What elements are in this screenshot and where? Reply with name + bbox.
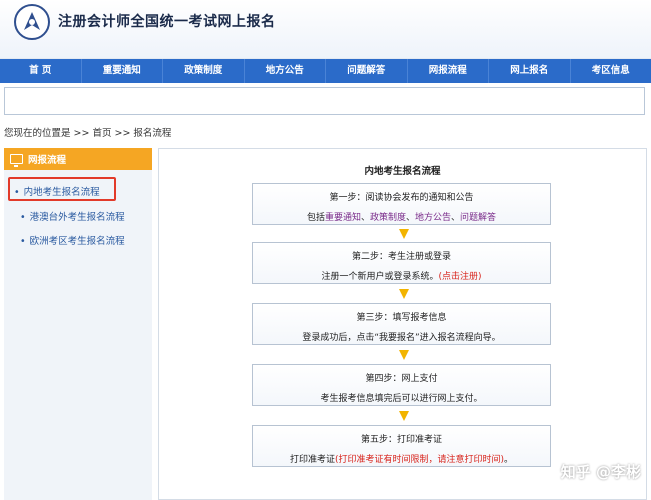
link-policies[interactable]: 政策制度 [370,213,406,223]
sidebar-item-label: 欧洲考区考生报名流程 [29,236,125,247]
step-desc-end: 。 [504,455,514,465]
nav-item-policies[interactable]: 政策制度 [163,59,245,83]
step-title: 第四步：网上支付 [365,374,438,384]
step-title: 第二步：考生注册或登录 [351,252,451,262]
time-limit-note: (打印准考证有时间限制，请注意打印时间) [334,455,505,465]
step-desc: 注册一个新用户或登录系统。(点击注册) [253,269,550,282]
nav-item-process[interactable]: 网报流程 [408,59,489,83]
nav-item-home[interactable]: 首 页 [0,59,82,83]
step-desc: 打印准考证(打印准考证有时间限制，请注意打印时间)。 [253,452,550,465]
link-faq[interactable]: 问题解答 [460,213,496,223]
separator: 、 [406,213,416,223]
nav-item-local-announcements[interactable]: 地方公告 [245,59,326,83]
main-panel: 内地考生报名流程 第一步：阅读协会发布的通知和公告 包括重要通知、政策制度、地方… [158,148,647,500]
link-local-announcements[interactable]: 地方公告 [415,213,451,223]
banner-box [4,87,645,115]
step-title: 第三步：填写报考信息 [356,313,447,323]
logo-emblem-icon [24,12,40,30]
separator: 、 [360,213,370,223]
step-5-box: 第五步：打印准考证 打印准考证(打印准考证有时间限制，请注意打印时间)。 [252,425,551,467]
breadcrumb: 您现在的位置是 >> 首页 >> 报名流程 [4,128,172,139]
watermark: 知乎 @李彬 [560,463,641,481]
nav-item-register[interactable]: 网上报名 [489,59,571,83]
sidebar-item-label: 港澳台外考生报名流程 [29,212,125,223]
monitor-icon [10,154,23,167]
page-title: 内地考生报名流程 [364,166,441,177]
arrow-down-icon [399,350,409,360]
bullet-icon: • [20,236,26,247]
step-desc-text: 打印准考证 [289,455,335,465]
step-title: 第一步：阅读协会发布的通知和公告 [329,193,474,203]
separator: 、 [451,213,461,223]
step-desc: 考生报考信息填完后可以进行网上支付。 [320,394,483,404]
sidebar-header: 网报流程 [4,148,152,170]
step-title: 第五步：打印准考证 [360,435,442,445]
arrow-down-icon [399,229,409,239]
step-desc-prefix: 包括 [306,213,325,223]
nav-item-notices[interactable]: 重要通知 [82,59,163,83]
site-header: 注册会计师全国统一考试网上报名 [0,0,651,59]
step-4-box: 第四步：网上支付 考生报考信息填完后可以进行网上支付。 [252,364,551,406]
sidebar-item-hk-macao-taiwan[interactable]: • 港澳台外考生报名流程 [20,209,125,223]
site-title: 注册会计师全国统一考试网上报名 [58,14,276,30]
sidebar-title: 网报流程 [28,155,67,166]
arrow-down-icon [399,289,409,299]
register-link[interactable]: (点击注册) [438,272,481,282]
link-notices[interactable]: 重要通知 [325,213,361,223]
step-3-box: 第三步：填写报考信息 登录成功后，点击“我要报名”进入报名流程向导。 [252,303,551,345]
step-desc: 包括重要通知、政策制度、地方公告、问题解答 [253,210,550,223]
arrow-down-icon [399,411,409,421]
sidebar-item-europe[interactable]: • 欧洲考区考生报名流程 [20,233,125,247]
step-2-box: 第二步：考生注册或登录 注册一个新用户或登录系统。(点击注册) [252,242,551,284]
logo[interactable] [14,4,50,40]
step-1-box: 第一步：阅读协会发布的通知和公告 包括重要通知、政策制度、地方公告、问题解答 [252,183,551,225]
bullet-icon: • [20,212,26,223]
main-nav: 首 页 重要通知 政策制度 地方公告 问题解答 网报流程 网上报名 考区信息 [0,59,651,83]
nav-item-faq[interactable]: 问题解答 [326,59,408,83]
step-desc: 登录成功后，点击“我要报名”进入报名流程向导。 [302,333,501,343]
nav-item-exam-area[interactable]: 考区信息 [571,59,651,83]
step-desc-text: 注册一个新用户或登录系统。 [321,272,439,282]
selection-highlight [8,177,116,201]
